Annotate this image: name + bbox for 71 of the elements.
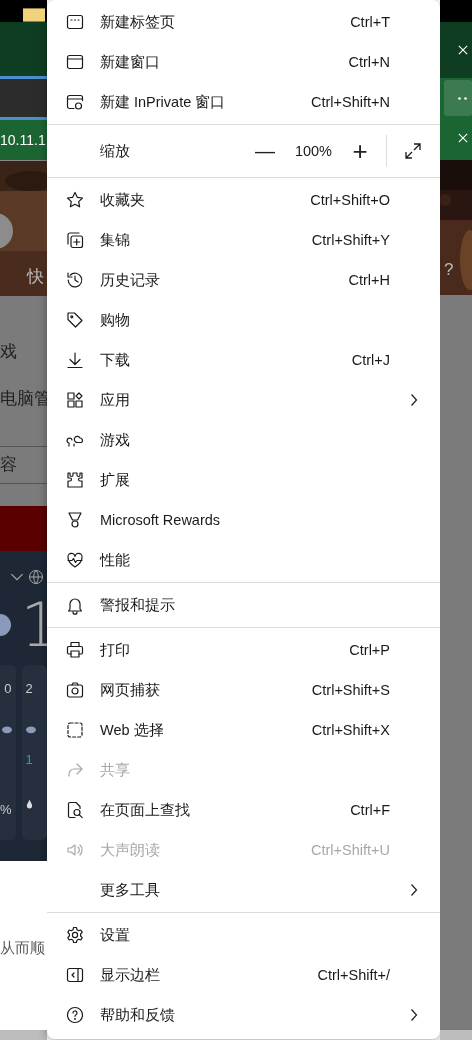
- apps-icon: [65, 390, 85, 410]
- menu-item[interactable]: 网页捕获 Ctrl+Shift+S: [47, 670, 440, 710]
- zoom-out-button[interactable]: —: [246, 133, 283, 169]
- menu-item[interactable]: 扩展: [47, 460, 440, 500]
- menu-item[interactable]: 新建窗口 Ctrl+N: [47, 42, 440, 82]
- printer-icon: [65, 640, 85, 660]
- zoom-label: 缩放: [100, 141, 130, 161]
- camera-icon: [65, 680, 85, 700]
- forecast-temp: 2: [25, 681, 33, 696]
- download-icon: [65, 350, 85, 370]
- selection-icon: [65, 720, 85, 740]
- zoom-in-button[interactable]: +: [342, 133, 378, 169]
- menu-item[interactable]: 更多工具: [47, 870, 440, 910]
- close-icon[interactable]: [458, 132, 468, 144]
- folder-icon: [23, 8, 45, 22]
- dots-icon: [458, 96, 468, 100]
- menu-item[interactable]: 历史记录 Ctrl+H: [47, 260, 440, 300]
- tab-label: 容: [0, 454, 18, 476]
- menu-item[interactable]: 帮助和反馈: [47, 995, 440, 1035]
- menu-item[interactable]: 集锦 Ctrl+Shift+Y: [47, 220, 440, 260]
- star-icon: [65, 190, 85, 210]
- zoom-value: 100%: [294, 143, 332, 159]
- body-text: 从而顺: [0, 939, 45, 958]
- cloud-icon: [1, 724, 12, 734]
- menu-item[interactable]: 显示边栏 Ctrl+Shift+/: [47, 955, 440, 995]
- title-bar: [440, 0, 472, 22]
- menu-item[interactable]: 新建 InPrivate 窗口 Ctrl+Shift+N: [47, 82, 440, 122]
- drop-icon: [25, 799, 33, 809]
- moon-icon: [0, 613, 12, 637]
- cloud-icon: [25, 724, 36, 734]
- menu-item[interactable]: 下载 Ctrl+J: [47, 340, 440, 380]
- help-icon: [65, 1005, 85, 1025]
- address-text: 10.11.1: [0, 132, 46, 148]
- menu-item[interactable]: 新建标签页 Ctrl+T: [47, 2, 440, 42]
- bell-icon: [65, 595, 85, 615]
- window-icon: [65, 52, 85, 72]
- expand-icon: [403, 141, 423, 161]
- menu-item[interactable]: 在页面上查找 Ctrl+F: [47, 790, 440, 830]
- tag-icon: [65, 310, 85, 330]
- menu-item[interactable]: 设置: [47, 915, 440, 955]
- menu-item[interactable]: 收藏夹 Ctrl+Shift+O: [47, 180, 440, 220]
- menu-item[interactable]: 购物: [47, 300, 440, 340]
- list-item-text: 戏: [0, 341, 18, 363]
- heart-pulse-icon: [65, 550, 85, 570]
- menu-item[interactable]: Microsoft Rewards: [47, 500, 440, 540]
- puzzle-icon: [65, 470, 85, 490]
- tab-bar: [0, 22, 47, 79]
- toolbar: [0, 79, 47, 120]
- sidebar-icon: [65, 965, 85, 985]
- find-icon: [65, 800, 85, 820]
- menu-item[interactable]: 游戏: [47, 420, 440, 460]
- private-window-icon: [65, 92, 85, 112]
- menu-item[interactable]: 警报和提示: [47, 585, 440, 625]
- menu-item[interactable]: 性能: [47, 540, 440, 580]
- taskbar: [0, 1030, 47, 1040]
- collections-icon: [65, 230, 85, 250]
- banner: [0, 506, 47, 551]
- history-icon: [65, 270, 85, 290]
- rain-text: 1: [25, 752, 33, 767]
- hero-caption: ?: [444, 260, 454, 280]
- settings-icon: [65, 925, 85, 945]
- menu-item[interactable]: Web 选择 Ctrl+Shift+X: [47, 710, 440, 750]
- hero-caption: 快: [27, 266, 44, 288]
- humidity-text: %: [0, 802, 12, 817]
- close-icon[interactable]: [458, 44, 468, 56]
- forecast-temp: 0: [4, 681, 12, 696]
- globe-icon: [28, 569, 44, 585]
- taskbar: [440, 1030, 472, 1040]
- chevron-down-icon: [10, 572, 24, 582]
- menu-item[interactable]: 应用: [47, 380, 440, 420]
- tab-icon: [65, 12, 85, 32]
